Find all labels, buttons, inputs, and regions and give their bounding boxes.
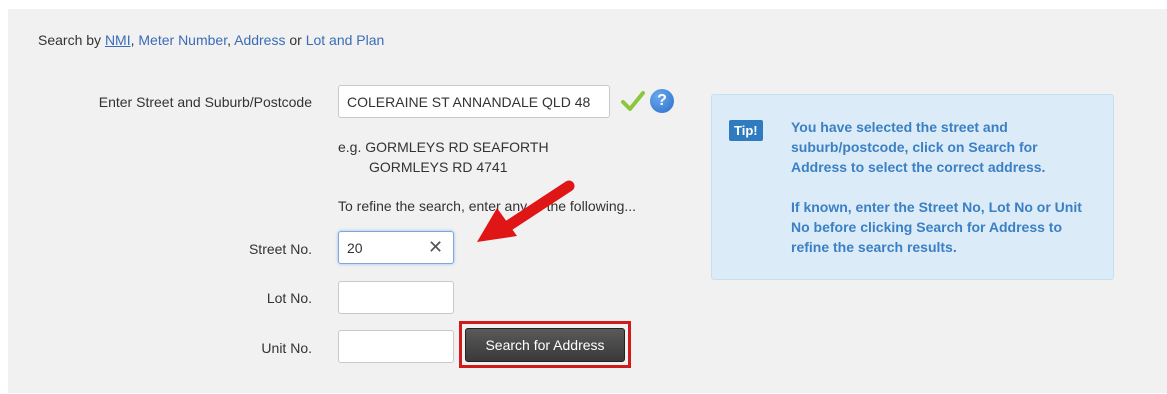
search-for-address-button[interactable]: Search for Address — [465, 328, 625, 362]
check-icon — [621, 91, 645, 111]
tip-box: Tip! You have selected the street and su… — [711, 94, 1114, 280]
street-suburb-label: Enter Street and Suburb/Postcode — [98, 94, 312, 110]
separator: , — [130, 32, 135, 48]
clear-icon[interactable]: ✕ — [428, 238, 443, 256]
lot-no-input[interactable] — [338, 281, 454, 314]
help-icon[interactable]: ? — [650, 89, 674, 113]
search-by-prefix: Search by — [38, 32, 102, 48]
meter-number-link[interactable]: Meter Number — [138, 32, 227, 48]
red-arrow-annotation — [477, 180, 575, 242]
example-text: e.g. GORMLEYS RD SEAFORTH GORMLEYS RD 47… — [338, 137, 549, 177]
unit-no-input[interactable] — [338, 330, 454, 363]
nmi-link[interactable]: NMI — [105, 32, 131, 48]
unit-no-label: Unit No. — [261, 340, 312, 356]
address-link[interactable]: Address — [234, 32, 285, 48]
separator: , — [227, 32, 231, 48]
lot-no-label: Lot No. — [266, 290, 312, 306]
example-line-1: e.g. GORMLEYS RD SEAFORTH — [338, 139, 549, 155]
street-suburb-input[interactable] — [338, 85, 610, 118]
street-no-label: Street No. — [248, 241, 312, 257]
example-line-2: GORMLEYS RD 4741 — [369, 159, 508, 175]
tip-paragraph-1: You have selected the street and suburb/… — [791, 119, 1046, 175]
tip-text: You have selected the street and suburb/… — [791, 117, 1091, 277]
tip-paragraph-2: If known, enter the Street No, Lot No or… — [791, 199, 1082, 255]
or-text: or — [289, 32, 302, 48]
tip-badge: Tip! — [729, 120, 763, 141]
search-by-line: Search by NMI, Meter Number, Address or … — [38, 32, 384, 48]
lot-and-plan-link[interactable]: Lot and Plan — [306, 32, 385, 48]
